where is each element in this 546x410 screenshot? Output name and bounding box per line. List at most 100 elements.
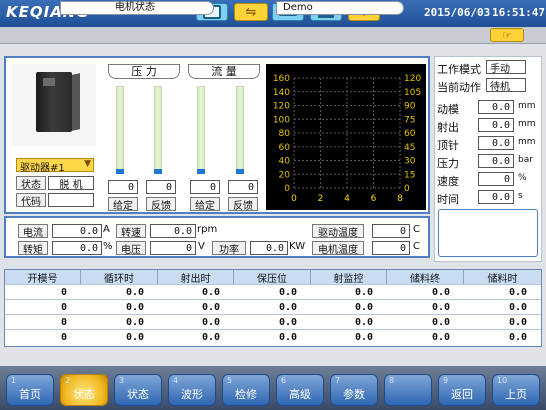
ejector-unit: mm: [518, 137, 536, 147]
table-header-cell: 储料终: [387, 270, 464, 285]
function-key-1[interactable]: 1 首页: [6, 374, 54, 406]
pressure-set-value[interactable]: 0: [108, 180, 138, 194]
scope-right-tick: 105: [404, 88, 421, 98]
table-header-cell: 射出时: [158, 270, 234, 285]
function-key-7[interactable]: 7 参数: [330, 374, 378, 406]
torque-value: 0.0: [52, 241, 102, 255]
flow-set-label: 给定: [190, 197, 220, 212]
pressure-title: 压 力: [108, 64, 180, 79]
torque-label: 转矩: [18, 241, 48, 256]
drive-temp-unit: C: [413, 224, 420, 235]
voltage-unit: V: [198, 241, 205, 252]
function-key-number: 10: [497, 376, 508, 385]
drive-selector[interactable]: 驱动器#1 ▼: [16, 158, 94, 174]
power-value: 0.0: [250, 241, 288, 255]
current-action-label: 当前动作: [437, 81, 481, 94]
message-box: [438, 209, 538, 257]
pressure-feedback-gauge: [154, 86, 162, 174]
flow-feedback-label: 反馈: [228, 197, 258, 212]
table-cell: 0.0: [431, 301, 450, 313]
table-cell: 0: [60, 316, 67, 328]
table-cell: 0.0: [431, 316, 450, 328]
tab-motor-status[interactable]: 电机状态: [60, 1, 214, 15]
table-cell: 0.0: [125, 286, 144, 298]
table-cell: 0.0: [354, 331, 373, 343]
table-cell: 0.0: [278, 316, 297, 328]
speed-label: 转速: [116, 224, 146, 239]
usb-button[interactable]: ⇋: [234, 3, 268, 21]
table-cell: 0: [60, 331, 67, 343]
table-cell: 0.0: [125, 316, 144, 328]
flow-feedback-value: 0: [228, 180, 258, 194]
function-key-5[interactable]: 5 检修: [222, 374, 270, 406]
function-key-2[interactable]: 2 状态: [60, 374, 108, 406]
function-key-number: 4: [173, 376, 179, 385]
function-key-10[interactable]: 10 上页: [492, 374, 540, 406]
scope-left-tick: 160: [273, 74, 290, 84]
table-cell: 0.0: [125, 301, 144, 313]
function-key-label: 状态: [127, 388, 149, 401]
function-key-number: 9: [443, 376, 449, 385]
table-cell: 0.0: [508, 331, 527, 343]
function-key-number: 7: [335, 376, 341, 385]
table-header-cell: 保压位: [234, 270, 311, 285]
pressure-unit: bar: [518, 155, 533, 165]
function-key-number: 2: [65, 376, 71, 385]
function-key-label: 返回: [451, 388, 473, 401]
date-display: 2015/06/03: [424, 6, 491, 19]
current-value: 0.0: [52, 224, 102, 238]
usb-icon: ⇋: [245, 4, 257, 20]
injection-unit: mm: [518, 119, 536, 129]
table-cell: 0.0: [278, 301, 297, 313]
table-cell: 0.0: [508, 301, 527, 313]
scope-right-tick: 60: [404, 129, 416, 139]
table-header-cell: 储料时: [464, 270, 541, 285]
table-cell: 0.0: [354, 301, 373, 313]
injection-value: 0.0: [478, 118, 514, 132]
velocity-value: 0: [478, 172, 514, 186]
function-key-6[interactable]: 6 高级: [276, 374, 324, 406]
flow-set-value[interactable]: 0: [190, 180, 220, 194]
work-mode-value: 手动: [486, 60, 526, 75]
tab-demo[interactable]: Demo: [276, 1, 404, 15]
velocity-unit: %: [518, 173, 527, 183]
scope-x-tick: 8: [397, 194, 403, 204]
drive-temp-value: 0: [372, 224, 410, 238]
scope-x-tick: 6: [371, 194, 377, 204]
current-unit: A: [103, 224, 110, 235]
function-key-8[interactable]: 8: [384, 374, 432, 406]
power-unit: KW: [289, 241, 306, 252]
tab-motor-status-label: 电机状态: [115, 2, 155, 13]
function-key-label: 状态: [73, 388, 95, 401]
scope-x-tick: 0: [291, 194, 297, 204]
table-row: 0 0.0 0.0 0.0 0.0 0.0 0.0: [5, 329, 541, 343]
speed-unit: rpm: [197, 224, 218, 235]
pressure-set-label: 给定: [108, 197, 138, 212]
function-key-3[interactable]: 3 状态: [114, 374, 162, 406]
status-label: 状态: [16, 176, 46, 191]
ejector-label: 顶针: [437, 139, 459, 152]
voltage-value: 0: [150, 241, 196, 255]
function-key-4[interactable]: 4 波形: [168, 374, 216, 406]
mold-label: 动模: [437, 103, 459, 116]
function-key-number: 6: [281, 376, 287, 385]
function-key-9[interactable]: 9 返回: [438, 374, 486, 406]
flow-feedback-gauge: [236, 86, 244, 174]
pressure-value: 0.0: [478, 154, 514, 168]
scope-left-tick: 140: [273, 88, 290, 98]
table-row: 0 0.0 0.0 0.0 0.0 0.0 0.0: [5, 299, 541, 313]
pressure-feedback-value: 0: [146, 180, 176, 194]
table-cell: 0.0: [201, 331, 220, 343]
function-key-number: 8: [389, 376, 395, 385]
table-cell: 0.0: [431, 331, 450, 343]
table-header-cell: 开模号: [5, 270, 81, 285]
table-cell: 0: [60, 301, 67, 313]
table-cell: 0.0: [431, 286, 450, 298]
table-header-cell: 循环时: [81, 270, 158, 285]
table-cell: 0.0: [201, 316, 220, 328]
hand-button[interactable]: ☞: [490, 28, 524, 42]
scope-left-tick: 120: [273, 102, 290, 112]
hand-icon: ☞: [502, 28, 512, 42]
torque-unit: %: [103, 241, 113, 252]
function-key-label: 高级: [289, 388, 311, 401]
